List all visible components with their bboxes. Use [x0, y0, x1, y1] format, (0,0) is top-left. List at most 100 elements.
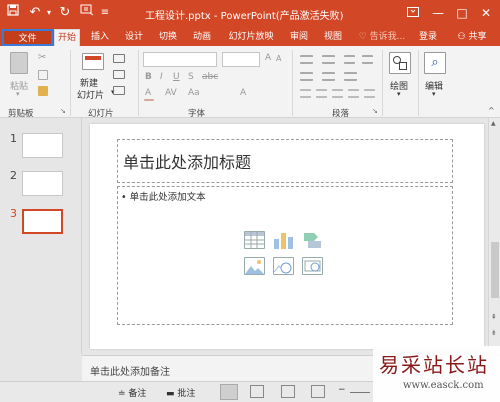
tab-slideshow[interactable]: 幻灯片放映 — [222, 29, 280, 46]
reset-icon[interactable] — [113, 70, 125, 79]
new-slide-icon[interactable] — [82, 53, 104, 70]
qat-dropdown-icon[interactable]: ≡ — [96, 4, 114, 22]
clipboard-launcher-icon[interactable]: ↘ — [60, 107, 66, 115]
insert-online-picture-icon[interactable] — [273, 257, 294, 275]
slide-thumbnail-2[interactable] — [22, 171, 63, 196]
save-icon[interactable] — [4, 4, 22, 22]
tab-home[interactable]: 开始 — [54, 29, 80, 46]
site-watermark: 易采站长站 www.easck.com — [373, 346, 500, 402]
copy-icon[interactable] — [38, 70, 48, 80]
thumbnail-number: 1 — [10, 132, 17, 145]
insert-chart-icon[interactable] — [273, 231, 294, 249]
format-painter-icon[interactable] — [38, 86, 48, 96]
customize-icon[interactable] — [78, 4, 96, 22]
insert-smartart-icon[interactable] — [302, 231, 323, 249]
drawing-dropdown-icon[interactable]: ▾ — [397, 90, 401, 98]
comments-toggle[interactable]: ▬ 批注 — [166, 386, 195, 399]
lightbulb-icon: ♡ — [358, 32, 367, 42]
columns-icon[interactable] — [364, 89, 375, 98]
shadow-icon[interactable]: S — [188, 72, 194, 82]
tab-review[interactable]: 审阅 — [285, 29, 313, 46]
tab-transitions[interactable]: 切换 — [154, 29, 182, 46]
separator — [418, 50, 419, 116]
title-placeholder[interactable]: 单击此处添加标题 — [117, 139, 453, 183]
tab-design[interactable]: 设计 — [120, 29, 148, 46]
section-icon[interactable] — [113, 86, 125, 95]
normal-view-icon[interactable] — [220, 384, 238, 400]
slideshow-view-icon[interactable] — [311, 385, 325, 398]
align-left-icon[interactable] — [300, 89, 311, 98]
editing-dropdown-icon[interactable]: ▾ — [432, 90, 436, 98]
justify-icon[interactable] — [348, 89, 359, 98]
change-case-icon[interactable]: Aa — [188, 88, 200, 98]
separator — [138, 50, 139, 116]
strikethrough-icon[interactable]: abc — [202, 72, 218, 82]
font-size-combo[interactable] — [222, 52, 260, 67]
text-direction-icon[interactable] — [300, 72, 313, 81]
title-placeholder-text: 单击此处添加标题 — [123, 153, 252, 172]
maximize-icon[interactable]: □ — [452, 3, 472, 23]
paragraph-launcher-icon[interactable]: ↘ — [372, 107, 378, 115]
scroll-thumb[interactable] — [491, 242, 499, 298]
find-icon[interactable]: ⌕ — [424, 52, 446, 74]
bullets-icon[interactable] — [300, 55, 313, 64]
ribbon-home: 粘贴 ▾ ✂ 剪贴板 ↘ 新建 幻灯片 ▾ 幻灯片 A A B I U S ab… — [0, 46, 500, 119]
minimize-icon[interactable]: — — [428, 3, 448, 23]
tab-animations[interactable]: 动画 — [188, 29, 216, 46]
reading-view-icon[interactable] — [281, 385, 295, 398]
title-bar: ↶ ▾ ↻ ≡ 工程设计.pptx - PowerPoint(产品激活失败) —… — [0, 0, 500, 28]
close-icon[interactable]: ✕ — [476, 3, 496, 23]
char-spacing-icon[interactable]: AV — [165, 88, 177, 98]
italic-icon[interactable]: I — [160, 72, 163, 82]
tab-file[interactable]: 文件 — [2, 29, 53, 46]
shapes-icon[interactable] — [389, 52, 411, 74]
content-placeholder[interactable]: • 单击此处添加文本 — [117, 186, 453, 325]
scroll-up-icon[interactable]: ▲ — [491, 120, 496, 127]
vertical-scrollbar[interactable]: ▲ ⇞ ⇟ — [488, 118, 500, 354]
bold-icon[interactable]: B — [145, 72, 152, 82]
decrease-indent-icon[interactable] — [344, 55, 355, 64]
tell-me-box[interactable]: ♡ 告诉我... — [354, 29, 410, 46]
tab-insert[interactable]: 插入 — [86, 29, 114, 46]
grow-font-icon[interactable]: A — [265, 53, 271, 63]
login-link[interactable]: 登录 — [414, 29, 442, 46]
numbering-icon[interactable] — [322, 55, 335, 64]
cut-icon[interactable]: ✂ — [38, 53, 49, 63]
layout-icon[interactable] — [113, 54, 125, 63]
underline-icon[interactable]: U — [173, 72, 180, 82]
share-button[interactable]: ⚇ 共享 — [447, 29, 497, 46]
shrink-font-icon[interactable]: A — [276, 54, 281, 63]
slide-sorter-icon[interactable] — [250, 385, 264, 398]
person-icon: ⚇ — [457, 32, 466, 42]
notes-toggle[interactable]: ≐ 备注 — [118, 386, 146, 399]
zoom-slider[interactable] — [350, 392, 370, 393]
paste-dropdown-icon[interactable]: ▾ — [16, 90, 20, 98]
smartart-icon[interactable] — [344, 72, 357, 81]
insert-table-icon[interactable] — [244, 231, 265, 249]
ribbon-display-icon[interactable] — [403, 3, 423, 23]
next-slide-icon[interactable]: ⇟ — [491, 329, 497, 337]
watermark-title: 易采站长站 — [379, 353, 489, 377]
align-right-icon[interactable] — [332, 89, 343, 98]
zoom-out-icon[interactable]: − — [338, 385, 346, 395]
slide-thumbnail-3[interactable] — [22, 209, 63, 234]
font-color-icon[interactable]: A — [145, 88, 151, 98]
new-slide-label-2[interactable]: 幻灯片 — [77, 88, 104, 101]
slide-thumbnail-1[interactable] — [22, 133, 63, 158]
align-center-icon[interactable] — [316, 89, 327, 98]
tab-view[interactable]: 视图 — [319, 29, 347, 46]
current-slide[interactable]: 单击此处添加标题 • 单击此处添加文本 — [90, 124, 484, 349]
previous-slide-icon[interactable]: ⇞ — [491, 313, 497, 321]
insert-video-icon[interactable] — [302, 257, 323, 275]
notes-placeholder: 单击此处添加备注 — [90, 367, 170, 378]
clear-format-icon[interactable]: A — [240, 88, 246, 98]
increase-indent-icon[interactable] — [362, 55, 373, 64]
redo-icon[interactable]: ↻ — [56, 4, 74, 22]
align-text-icon[interactable] — [322, 72, 335, 81]
insert-picture-icon[interactable] — [244, 257, 265, 275]
font-name-combo[interactable] — [143, 52, 217, 67]
ribbon-tabs: 文件 开始 插入 设计 切换 动画 幻灯片放映 审阅 视图 ♡ 告诉我... 登… — [0, 28, 500, 46]
collapse-ribbon-icon[interactable]: ^ — [488, 106, 495, 115]
paste-icon[interactable] — [10, 52, 28, 74]
separator — [70, 50, 71, 116]
